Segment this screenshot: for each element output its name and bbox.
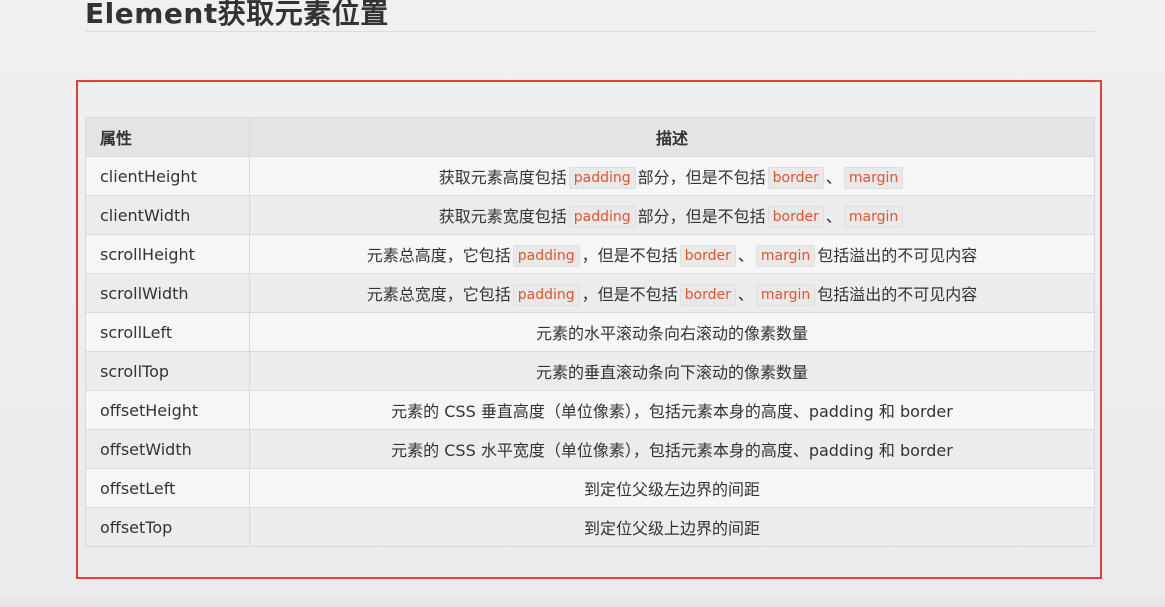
page: Element获取元素位置 属性 描述 clientHeight 获取元素高度包括… bbox=[0, 0, 1165, 607]
property-cell: scrollLeft bbox=[85, 312, 250, 352]
code-keyword: margin bbox=[843, 205, 904, 228]
description-text: 元素的 CSS 垂直高度（单位像素），包括元素本身的高度、padding 和 b… bbox=[391, 402, 953, 421]
header-property: 属性 bbox=[85, 117, 250, 157]
property-cell: offsetLeft bbox=[85, 468, 250, 508]
property-cell: scrollWidth bbox=[85, 273, 250, 313]
property-cell: clientHeight bbox=[85, 156, 250, 196]
table-row: scrollTop 元素的垂直滚动条向下滚动的像素数量 bbox=[85, 351, 1095, 391]
page-title: Element获取元素位置 bbox=[85, 0, 389, 30]
table-body: clientHeight 获取元素高度包括 padding 部分，但是不包括 borde… bbox=[85, 156, 1095, 547]
table-header-row: 属性 描述 bbox=[85, 117, 1095, 157]
description-text: 部分，但是不包括 bbox=[637, 206, 766, 226]
property-cell: offsetHeight bbox=[85, 390, 250, 430]
table-row: scrollWidth 元素总宽度，它包括 padding ，但是不包括 border、… bbox=[85, 273, 1095, 313]
description-cell: 元素的 CSS 垂直高度（单位像素），包括元素本身的高度、padding 和 b… bbox=[249, 390, 1095, 430]
table-row: offsetWidth 元素的 CSS 水平宽度（单位像素），包括元素本身的高度、… bbox=[85, 429, 1095, 469]
table-row: clientHeight 获取元素高度包括 padding 部分，但是不包括 borde… bbox=[85, 156, 1095, 196]
description-text: ，但是不包括 bbox=[581, 245, 678, 265]
description-cell: 元素的垂直滚动条向下滚动的像素数量 bbox=[249, 351, 1095, 391]
description-cell: 元素的水平滚动条向右滚动的像素数量 bbox=[249, 312, 1095, 352]
description-text: 包括溢出的不可见内容 bbox=[817, 284, 978, 304]
code-keyword: border bbox=[767, 166, 824, 189]
code-keyword: padding bbox=[512, 244, 580, 267]
property-cell: scrollTop bbox=[85, 351, 250, 391]
description-cell: 获取元素宽度包括 padding 部分，但是不包括 border、 margin bbox=[249, 195, 1095, 235]
description-cell: 元素总宽度，它包括 padding ，但是不包括 border、 margin 包括溢出的… bbox=[249, 273, 1095, 313]
code-keyword: margin bbox=[755, 283, 816, 306]
table-row: scrollHeight 元素总高度，它包括 padding ，但是不包括 border… bbox=[85, 234, 1095, 274]
code-keyword: padding bbox=[512, 283, 580, 306]
properties-table: 属性 描述 clientHeight 获取元素高度包括 padding 部分，但是不包… bbox=[85, 117, 1095, 547]
code-keyword: margin bbox=[843, 166, 904, 189]
description-text: 部分，但是不包括 bbox=[637, 167, 766, 187]
header-description: 描述 bbox=[249, 117, 1095, 157]
table-row: offsetLeft 到定位父级左边界的间距 bbox=[85, 468, 1095, 508]
code-keyword: padding bbox=[568, 205, 636, 228]
description-text: 、 bbox=[825, 167, 842, 187]
description-text: 元素的 CSS 水平宽度（单位像素），包括元素本身的高度、padding 和 b… bbox=[391, 441, 953, 460]
description-text: ，但是不包括 bbox=[581, 284, 678, 304]
title-divider bbox=[85, 31, 1095, 32]
description-text: 元素的垂直滚动条向下滚动的像素数量 bbox=[535, 363, 808, 382]
code-keyword: border bbox=[679, 283, 736, 306]
description-text: 元素的水平滚动条向右滚动的像素数量 bbox=[535, 324, 808, 343]
property-cell: clientWidth bbox=[85, 195, 250, 235]
table-row: scrollLeft 元素的水平滚动条向右滚动的像素数量 bbox=[85, 312, 1095, 352]
description-text: 包括溢出的不可见内容 bbox=[817, 245, 978, 265]
description-text: 到定位父级上边界的间距 bbox=[583, 519, 760, 538]
code-keyword: margin bbox=[755, 244, 816, 267]
description-cell: 到定位父级左边界的间距 bbox=[249, 468, 1095, 508]
description-text: 元素总高度，它包括 bbox=[366, 245, 511, 265]
description-text: 元素总宽度，它包括 bbox=[366, 284, 511, 304]
code-keyword: border bbox=[767, 205, 824, 228]
description-text: 获取元素高度包括 bbox=[438, 167, 567, 187]
property-cell: scrollHeight bbox=[85, 234, 250, 274]
table-row: offsetHeight 元素的 CSS 垂直高度（单位像素），包括元素本身的高度… bbox=[85, 390, 1095, 430]
table-row: offsetTop 到定位父级上边界的间距 bbox=[85, 507, 1095, 547]
description-cell: 获取元素高度包括 padding 部分，但是不包括 border、 margin bbox=[249, 156, 1095, 196]
description-text: 获取元素宽度包括 bbox=[438, 206, 567, 226]
description-text: 、 bbox=[737, 284, 754, 304]
code-keyword: border bbox=[679, 244, 736, 267]
description-text: 、 bbox=[825, 206, 842, 226]
property-cell: offsetTop bbox=[85, 507, 250, 547]
property-cell: offsetWidth bbox=[85, 429, 250, 469]
description-cell: 元素的 CSS 水平宽度（单位像素），包括元素本身的高度、padding 和 b… bbox=[249, 429, 1095, 469]
description-text: 、 bbox=[737, 245, 754, 265]
bottom-shade bbox=[0, 597, 1165, 607]
description-cell: 到定位父级上边界的间距 bbox=[249, 507, 1095, 547]
table-row: clientWidth 获取元素宽度包括 padding 部分，但是不包括 border… bbox=[85, 195, 1095, 235]
code-keyword: padding bbox=[568, 166, 636, 189]
description-cell: 元素总高度，它包括 padding ，但是不包括 border、 margin 包括溢出的… bbox=[249, 234, 1095, 274]
description-text: 到定位父级左边界的间距 bbox=[583, 480, 760, 499]
